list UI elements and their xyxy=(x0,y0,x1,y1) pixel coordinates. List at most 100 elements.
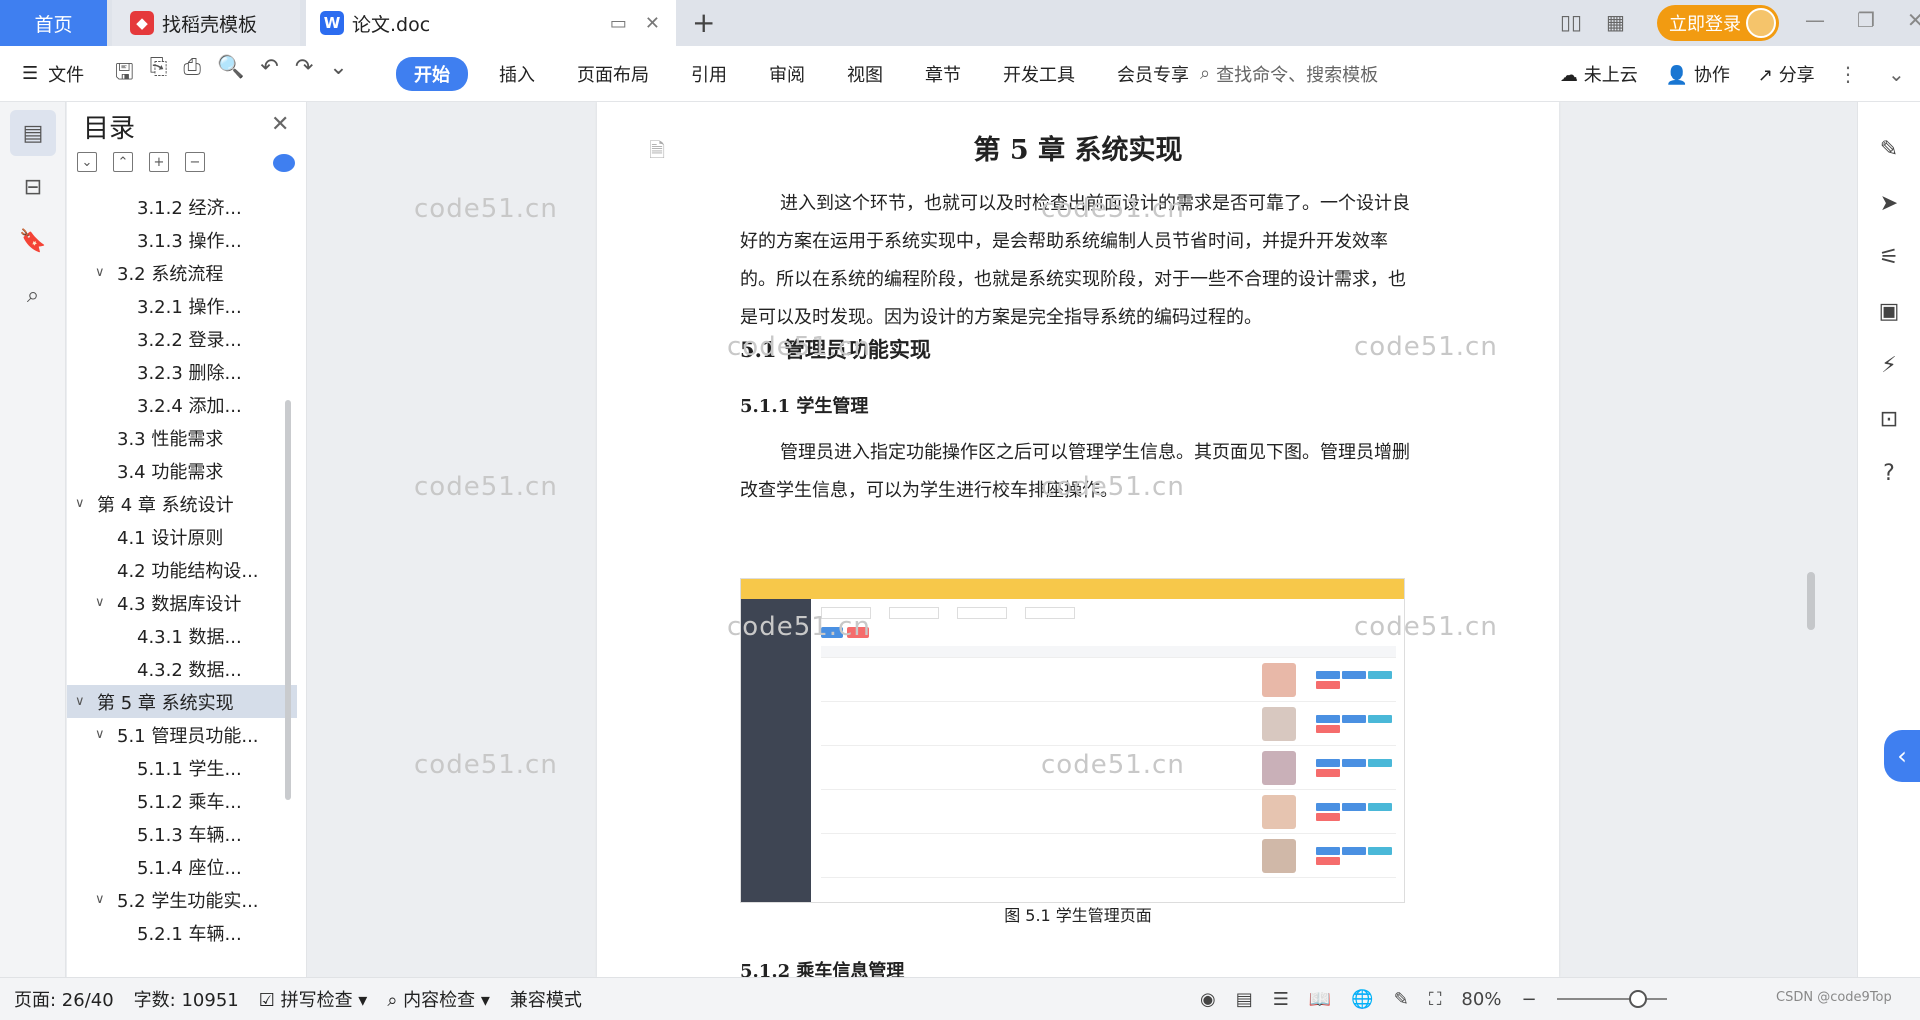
toc-scrollbar[interactable] xyxy=(285,400,291,800)
read-view-icon[interactable]: 📖 xyxy=(1309,989,1331,1010)
more-icon[interactable]: ⋮ xyxy=(1838,62,1858,86)
chevron-down-icon[interactable]: ⌄ xyxy=(329,55,347,93)
toc-item[interactable]: ∨ 第 4 章 系统设计 xyxy=(67,487,297,520)
toc-close-icon[interactable]: ✕ xyxy=(271,112,289,137)
toc-item[interactable]: 3.4 功能需求 xyxy=(67,454,297,487)
toc-item[interactable]: 5.1.1 学生... xyxy=(67,751,297,784)
file-menu[interactable]: ☰ 文件 xyxy=(22,61,84,87)
pen-mode-icon[interactable]: ✎ xyxy=(1394,989,1409,1010)
login-button[interactable]: 立即登录 xyxy=(1657,5,1779,41)
toc-panel-icon[interactable]: ▤ xyxy=(10,110,56,156)
toc-item[interactable]: 3.1.3 操作... xyxy=(67,223,297,256)
toc-item[interactable]: 3.3 性能需求 xyxy=(67,421,297,454)
collapse-panel-button[interactable]: ‹ xyxy=(1884,730,1920,782)
new-tab-button[interactable]: + xyxy=(692,6,715,39)
zoom-out-icon[interactable]: − xyxy=(1521,989,1536,1010)
toc-item[interactable]: 5.1.2 乘车... xyxy=(67,784,297,817)
reader-icon[interactable]: ⊡ xyxy=(1858,392,1920,446)
toc-item[interactable]: 4.2 功能结构设... xyxy=(67,553,297,586)
bookmark-icon[interactable]: 🔖 xyxy=(10,218,56,264)
add-level-icon[interactable]: + xyxy=(149,152,169,172)
ai-icon[interactable]: ⚡ xyxy=(1858,338,1920,392)
share-button[interactable]: ↗ 分享 xyxy=(1758,61,1815,87)
toc-item[interactable]: ∨ 第 5 章 系统实现 xyxy=(67,685,297,718)
ribbon-tab[interactable]: 插入 xyxy=(478,61,556,87)
tab-template[interactable]: ◆ 找稻壳模板 xyxy=(112,0,300,46)
print-preview-icon[interactable]: 🔍 xyxy=(217,55,244,93)
zoom-level[interactable]: 80% xyxy=(1461,989,1501,1010)
chevron-down-icon[interactable]: ∨ xyxy=(75,496,97,511)
toc-item[interactable]: 3.2.3 删除... xyxy=(67,355,297,388)
pin-icon[interactable]: ▭ xyxy=(610,13,627,34)
remove-level-icon[interactable]: − xyxy=(185,152,205,172)
ribbon-tab[interactable]: 引用 xyxy=(670,61,748,87)
toc-item[interactable]: 5.1.3 车辆... xyxy=(67,817,297,850)
ribbon-tab[interactable]: 开发工具 xyxy=(982,61,1096,87)
minimize-icon[interactable]: — xyxy=(1805,8,1825,32)
toc-item[interactable]: 5.1.4 座位... xyxy=(67,850,297,883)
zoom-slider[interactable] xyxy=(1556,990,1667,1008)
scroll-thumb[interactable] xyxy=(1807,572,1815,630)
tab-home[interactable]: 首页 xyxy=(0,0,107,46)
cloud-status[interactable]: ☁ 未上云 xyxy=(1560,61,1638,87)
ribbon-tab[interactable]: 页面布局 xyxy=(556,61,670,87)
sliders-icon[interactable]: ⚟ xyxy=(1858,230,1920,284)
zoom-handle[interactable] xyxy=(1628,990,1647,1008)
save-icon[interactable]: 🖫 xyxy=(115,55,134,93)
toc-item[interactable]: 5.2.1 车辆... xyxy=(67,916,297,949)
print-icon[interactable]: ⎙ xyxy=(183,55,201,93)
outline-view-icon[interactable]: ☰ xyxy=(1273,989,1289,1010)
toc-item[interactable]: 3.1.2 经济... xyxy=(67,190,297,223)
fit-page-icon[interactable]: ⛶ xyxy=(1429,989,1442,1010)
select-cursor-icon[interactable]: ➤ xyxy=(1858,176,1920,230)
collapse-ribbon-icon[interactable]: ⌄ xyxy=(1888,62,1905,86)
collab-button[interactable]: 👤 协作 xyxy=(1666,61,1730,87)
toc-item[interactable]: ∨ 5.2 学生功能实... xyxy=(67,883,297,916)
toc-item[interactable]: 4.1 设计原则 xyxy=(67,520,297,553)
close-tab-icon[interactable]: ✕ xyxy=(645,13,660,34)
toc-item[interactable]: 3.2.1 操作... xyxy=(67,289,297,322)
export-icon[interactable]: ⎘ xyxy=(150,55,168,93)
layout-icon[interactable]: ▯▯ xyxy=(1560,10,1582,34)
ribbon-tab[interactable]: 章节 xyxy=(904,61,982,87)
navigation-icon[interactable]: ⊟ xyxy=(10,164,56,210)
redo-icon[interactable]: ↷ xyxy=(295,55,313,93)
page-indicator[interactable]: 页面: 26/40 xyxy=(14,986,114,1012)
collapse-all-icon[interactable]: ⌃ xyxy=(113,152,133,172)
document-page[interactable]: 🗎 第 5 章 系统实现 进入到这个环节，也就可以及时检查出前面设计的需求是否可… xyxy=(597,102,1559,977)
chevron-down-icon[interactable]: ∨ xyxy=(95,727,117,742)
expand-all-icon[interactable]: ⌄ xyxy=(77,152,97,172)
apps-grid-icon[interactable]: ▦ xyxy=(1606,10,1625,34)
toc-item[interactable]: 4.3.2 数据... xyxy=(67,652,297,685)
ribbon-tab[interactable]: 开始 xyxy=(396,56,468,91)
eye-protect-icon[interactable]: ◉ xyxy=(1200,989,1216,1010)
toc-item[interactable]: 4.3.1 数据... xyxy=(67,619,297,652)
undo-icon[interactable]: ↶ xyxy=(260,55,278,93)
web-view-icon[interactable]: 🌐 xyxy=(1351,989,1373,1010)
toc-item[interactable]: ∨ 4.3 数据库设计 xyxy=(67,586,297,619)
toc-item[interactable]: ∨ 5.1 管理员功能... xyxy=(67,718,297,751)
find-icon[interactable]: ⌕ xyxy=(10,272,56,318)
ribbon-tab[interactable]: 会员专享 xyxy=(1096,61,1210,87)
help-icon[interactable]: ? xyxy=(1858,446,1920,500)
image-tool-icon[interactable]: ▣ xyxy=(1858,284,1920,338)
ribbon-tab[interactable]: 视图 xyxy=(826,61,904,87)
spell-check-button[interactable]: ☑ 拼写检查 ▾ xyxy=(259,986,368,1012)
restore-icon[interactable]: ❐ xyxy=(1857,8,1875,32)
word-count[interactable]: 字数: 10951 xyxy=(134,986,239,1012)
page-view-icon[interactable]: ▤ xyxy=(1236,989,1253,1010)
chevron-down-icon[interactable]: ∨ xyxy=(95,595,117,610)
toc-item[interactable]: 3.2.2 登录... xyxy=(67,322,297,355)
pen-icon[interactable]: ✎ xyxy=(1858,122,1920,176)
toc-item[interactable]: 3.2.4 添加... xyxy=(67,388,297,421)
close-window-icon[interactable]: ✕ xyxy=(1907,8,1920,32)
chevron-down-icon[interactable]: ∨ xyxy=(95,892,117,907)
command-search[interactable]: ⌕ 查找命令、搜索模板 xyxy=(1200,61,1378,87)
chevron-down-icon[interactable]: ∨ xyxy=(75,694,97,709)
document-scrollbar[interactable] xyxy=(1803,102,1817,977)
chevron-down-icon[interactable]: ∨ xyxy=(95,265,117,280)
tab-document[interactable]: W 论文.doc ▭ ✕ xyxy=(306,0,676,46)
ribbon-tab[interactable]: 审阅 xyxy=(748,61,826,87)
content-check-button[interactable]: ⌕ 内容检查 ▾ xyxy=(387,986,490,1012)
toc-item[interactable]: ∨ 3.2 系统流程 xyxy=(67,256,297,289)
